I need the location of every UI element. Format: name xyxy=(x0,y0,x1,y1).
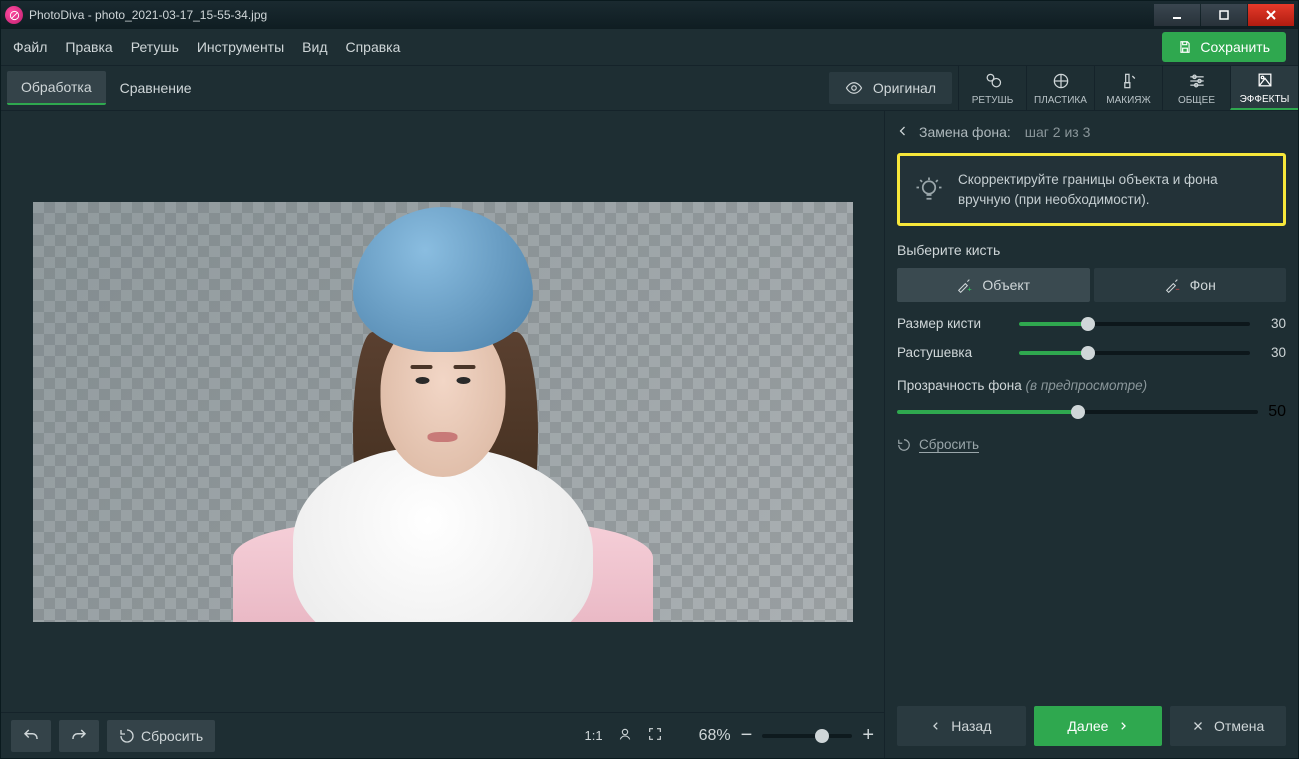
chevron-left-icon xyxy=(931,720,941,732)
tool-tab-general[interactable]: ОБЩЕЕ xyxy=(1162,66,1230,110)
tool-tab-makeup[interactable]: МАКИЯЖ xyxy=(1094,66,1162,110)
tool-tab-retouch[interactable]: РЕТУШЬ xyxy=(958,66,1026,110)
zoom-slider[interactable] xyxy=(762,734,852,738)
feather-slider[interactable]: Растушевка 30 xyxy=(897,345,1286,360)
back-button[interactable]: Назад xyxy=(897,706,1026,746)
toolbar: Обработка Сравнение Оригинал РЕТУШЬ ПЛАС… xyxy=(1,65,1298,111)
tab-editing[interactable]: Обработка xyxy=(7,71,106,105)
menu-file[interactable]: Файл xyxy=(13,39,47,55)
menu-help[interactable]: Справка xyxy=(345,39,400,55)
makeup-icon xyxy=(1119,71,1139,91)
retouch-icon xyxy=(983,71,1003,91)
back-chevron-icon[interactable] xyxy=(897,124,909,141)
zoom-in-button[interactable]: + xyxy=(862,724,874,747)
svg-text:−: − xyxy=(1175,285,1179,293)
face-detect-icon[interactable] xyxy=(617,726,633,745)
redo-button[interactable] xyxy=(59,720,99,752)
window-title: PhotoDiva - photo_2021-03-17_15-55-34.jp… xyxy=(29,8,1153,22)
photo-preview xyxy=(33,202,853,622)
opacity-label: Прозрачность фона (в предпросмотре) xyxy=(897,378,1286,393)
brush-remove-icon: − xyxy=(1164,277,1180,293)
sliders-icon xyxy=(1187,71,1207,91)
next-button[interactable]: Далее xyxy=(1034,706,1163,746)
canvas-area[interactable] xyxy=(1,111,884,712)
window-close-button[interactable] xyxy=(1248,4,1294,26)
choose-brush-label: Выберите кисть xyxy=(897,242,1286,258)
brush-background-button[interactable]: − Фон xyxy=(1094,268,1287,302)
menu-tools[interactable]: Инструменты xyxy=(197,39,284,55)
save-icon xyxy=(1178,40,1192,54)
menu-retouch[interactable]: Ретушь xyxy=(131,39,179,55)
lightbulb-icon xyxy=(914,175,944,205)
scale-label[interactable]: 1:1 xyxy=(585,728,603,743)
menu-edit[interactable]: Правка xyxy=(65,39,112,55)
menu-view[interactable]: Вид xyxy=(302,39,327,55)
breadcrumb: Замена фона:шаг 2 из 3 xyxy=(897,111,1286,153)
chevron-right-icon xyxy=(1118,720,1128,732)
save-button[interactable]: Сохранить xyxy=(1162,32,1286,62)
reset-button[interactable]: Сбросить xyxy=(107,720,215,752)
window-titlebar: PhotoDiva - photo_2021-03-17_15-55-34.jp… xyxy=(1,1,1298,29)
reset-link[interactable]: Сбросить xyxy=(897,437,1286,452)
effects-icon xyxy=(1255,70,1275,90)
hint-box: Скорректируйте границы объекта и фона вр… xyxy=(897,153,1286,226)
undo-button[interactable] xyxy=(11,720,51,752)
tool-tab-plastic[interactable]: ПЛАСТИКА xyxy=(1026,66,1094,110)
brush-object-button[interactable]: + Объект xyxy=(897,268,1090,302)
opacity-slider[interactable]: 50 xyxy=(897,403,1286,421)
zoom-value: 68% xyxy=(699,727,731,745)
reset-icon xyxy=(897,438,911,452)
menu-bar: Файл Правка Ретушь Инструменты Вид Справ… xyxy=(1,29,1298,65)
brush-size-slider[interactable]: Размер кисти 30 xyxy=(897,316,1286,331)
status-bar: Сбросить 1:1 68% − + xyxy=(1,712,884,758)
brush-add-icon: + xyxy=(956,277,972,293)
side-panel: Замена фона:шаг 2 из 3 Скорректируйте гр… xyxy=(884,111,1298,758)
tool-tab-effects[interactable]: ЭФФЕКТЫ xyxy=(1230,66,1298,110)
window-maximize-button[interactable] xyxy=(1201,4,1247,26)
app-logo-icon xyxy=(5,6,23,24)
eye-icon xyxy=(845,79,863,97)
close-icon xyxy=(1192,720,1204,732)
plastic-icon xyxy=(1051,71,1071,91)
reset-icon xyxy=(119,728,135,744)
zoom-out-button[interactable]: − xyxy=(741,724,753,747)
fit-screen-icon[interactable] xyxy=(647,726,663,745)
cancel-button[interactable]: Отмена xyxy=(1170,706,1286,746)
view-original-button[interactable]: Оригинал xyxy=(829,72,952,104)
tab-compare[interactable]: Сравнение xyxy=(106,72,206,104)
window-minimize-button[interactable] xyxy=(1154,4,1200,26)
svg-text:+: + xyxy=(968,285,972,293)
